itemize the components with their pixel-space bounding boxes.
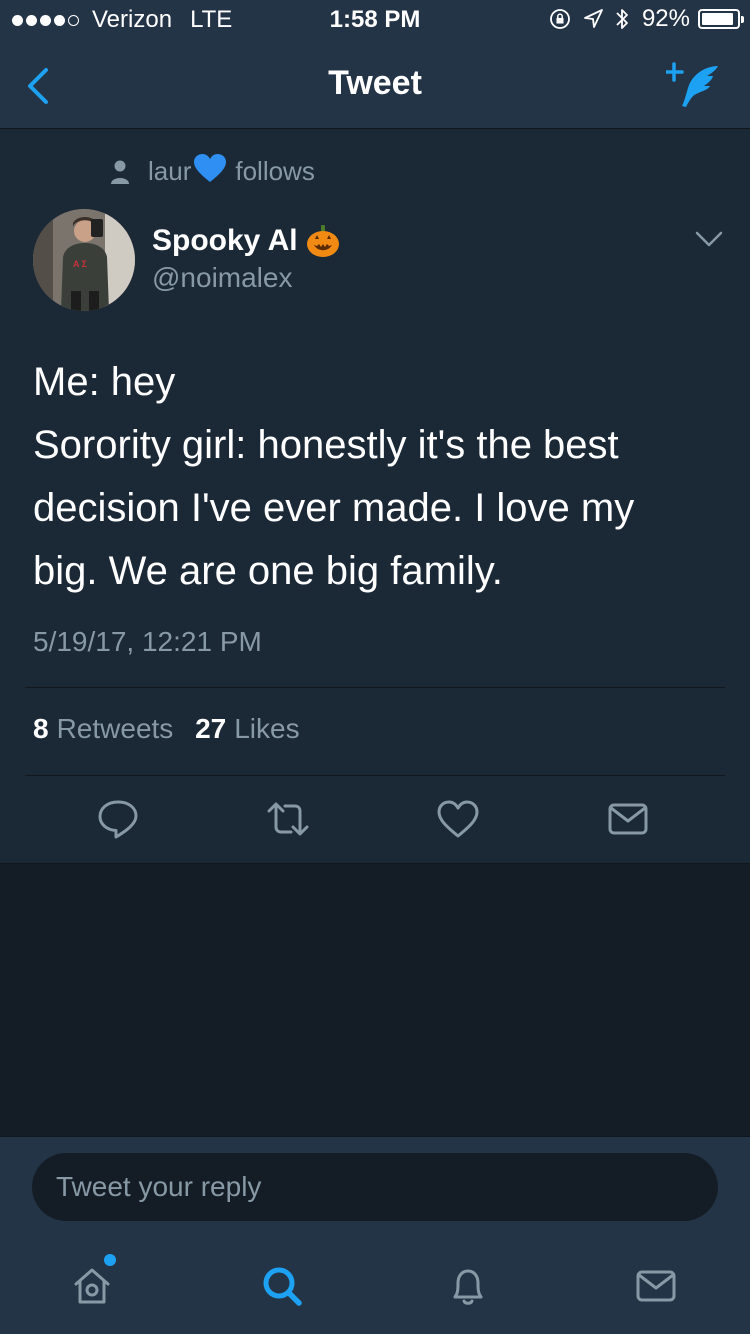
new-tweets-indicator <box>104 1254 116 1266</box>
likes-label: Likes <box>234 713 300 744</box>
retweets-stat[interactable]: 8 Retweets <box>33 713 173 744</box>
tweet-stats: 8 Retweets 27 Likes <box>33 713 300 745</box>
author-display-name[interactable]: Spooky Al <box>152 224 340 258</box>
reply-bar <box>0 1136 750 1237</box>
direct-message-icon[interactable] <box>606 797 650 841</box>
author-handle[interactable]: @noimalex <box>152 262 292 294</box>
retweets-label: Retweets <box>56 713 174 744</box>
tab-search[interactable] <box>252 1256 312 1316</box>
tab-notifications[interactable] <box>438 1256 498 1316</box>
notifications-icon <box>453 1269 483 1305</box>
tab-bar <box>0 1236 750 1334</box>
tweet-text-line: decision I've ever made. I love my <box>33 486 635 530</box>
social-context[interactable]: laur follows <box>110 153 315 190</box>
jack-o-lantern-emoji <box>306 225 339 257</box>
like-icon[interactable] <box>436 797 480 841</box>
tweet-text: Me: hey Sorority girl: honestly it's the… <box>33 351 723 603</box>
divider <box>25 687 725 688</box>
nav-bar: Tweet <box>0 40 750 129</box>
divider <box>25 775 725 776</box>
battery-icon <box>698 9 744 29</box>
likes-count: 27 <box>195 713 227 744</box>
bluetooth-icon <box>616 9 628 29</box>
messages-icon <box>636 1270 676 1302</box>
tweet-card: laur follows A Σ Spooky Al @noimalex Me:… <box>0 129 750 864</box>
person-icon <box>111 160 129 184</box>
retweet-icon[interactable] <box>266 797 310 841</box>
search-icon <box>263 1267 302 1306</box>
page-title: Tweet <box>328 64 422 102</box>
location-icon <box>584 9 603 28</box>
rotation-lock-icon <box>550 9 570 29</box>
chevron-down-icon[interactable] <box>694 229 724 249</box>
status-right: 92% <box>538 5 744 33</box>
reply-input[interactable] <box>32 1153 718 1221</box>
tweet-actions <box>0 797 750 847</box>
likes-stat[interactable]: 27 Likes <box>195 713 300 744</box>
tweet-text-line: Sorority girl: honestly it's the best <box>33 423 619 467</box>
display-name-text: Spooky Al <box>152 224 298 257</box>
tab-messages[interactable] <box>626 1256 686 1316</box>
battery-level <box>702 13 734 25</box>
compose-tweet-icon[interactable] <box>666 60 722 112</box>
follower-name: laur <box>148 156 192 186</box>
tweet-text-line: Me: hey <box>33 360 176 404</box>
home-icon <box>74 1268 110 1304</box>
reply-icon[interactable] <box>96 797 140 841</box>
avatar[interactable]: A Σ <box>33 209 135 311</box>
status-bar: Verizon LTE 1:58 PM 92% <box>0 0 750 40</box>
tweet-timestamp: 5/19/17, 12:21 PM <box>33 626 262 657</box>
retweets-count: 8 <box>33 713 49 744</box>
svg-text:A Σ: A Σ <box>73 259 88 269</box>
battery-percentage: 92% <box>641 5 690 32</box>
blue-heart-emoji <box>193 153 227 190</box>
tweet-text-line: big. We are one big family. <box>33 549 503 593</box>
follows-label: follows <box>235 156 315 186</box>
